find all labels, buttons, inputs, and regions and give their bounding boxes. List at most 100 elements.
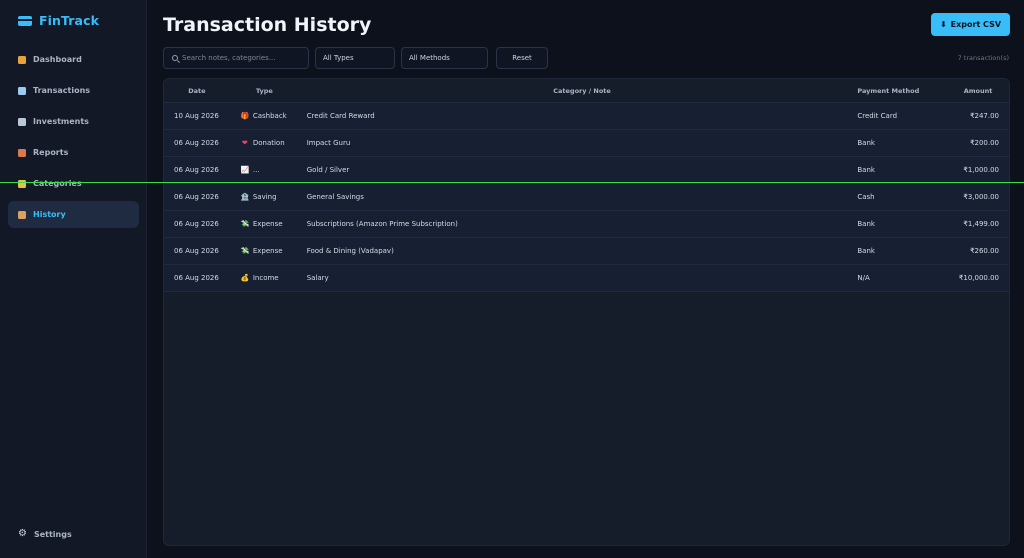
settings-label: Settings xyxy=(33,529,72,539)
cell-amount: ₹1,000.00 xyxy=(963,166,1000,174)
guide-line xyxy=(0,182,1024,183)
column-header-category[interactable]: Category / Note xyxy=(307,87,858,95)
sidebar-item-label: Reports xyxy=(33,148,69,157)
cell-date: 06 Aug 2026 xyxy=(174,247,219,255)
sidebar-item-investments[interactable]: Investments xyxy=(8,108,139,135)
cell-category: General Savings xyxy=(306,193,364,201)
gift-icon: 🎁 xyxy=(240,112,250,120)
type-label: Income xyxy=(252,274,279,282)
cell-date: 06 Aug 2026 xyxy=(174,193,219,201)
table-row[interactable]: 10 Aug 2026 🎁 Cashback Credit Card Rewar… xyxy=(164,103,1009,130)
heart-icon: ❤ xyxy=(241,139,248,147)
cell-method: Bank xyxy=(857,247,875,255)
table-row[interactable]: 06 Aug 2026 💰 Income Salary N/A ₹10,000.… xyxy=(164,265,1009,292)
cell-type: 💰 Income xyxy=(241,274,307,282)
type-filter-value: All Types xyxy=(323,54,354,62)
gear-icon: ⚙ xyxy=(18,528,27,539)
reset-label: Reset xyxy=(512,54,532,62)
cell-method: N/A xyxy=(857,274,870,282)
brand-name: FinTrack xyxy=(39,13,99,28)
money-bag-icon: 💰 xyxy=(240,274,250,282)
type-label: ... xyxy=(252,166,260,174)
column-header-type[interactable]: Type xyxy=(241,87,307,95)
main-content: Transaction History ⬇ Export CSV All Typ… xyxy=(147,0,1024,558)
cell-category: Salary xyxy=(306,274,329,282)
cell-amount: ₹260.00 xyxy=(970,247,1000,255)
filter-bar: All Types All Methods Reset xyxy=(163,47,548,69)
table-icon xyxy=(18,86,26,95)
cell-date: 06 Aug 2026 xyxy=(174,166,219,174)
sidebar-item-label: Transactions xyxy=(33,86,91,95)
cell-amount: ₹10,000.00 xyxy=(958,274,1000,282)
cell-type: 💸 Expense xyxy=(241,247,307,255)
cell-date: 06 Aug 2026 xyxy=(174,139,219,147)
table-row[interactable]: 06 Aug 2026 ❤ Donation Impact Guru Bank … xyxy=(164,130,1009,157)
download-icon: ⬇ xyxy=(939,20,947,29)
sidebar-item-reports[interactable]: Reports xyxy=(8,139,139,166)
sidebar-item-history[interactable]: History xyxy=(8,201,139,228)
cell-method: Credit Card xyxy=(857,112,898,120)
method-filter-select[interactable]: All Methods xyxy=(401,47,488,69)
sidebar: FinTrack Dashboard Transactions Investme… xyxy=(0,0,147,558)
type-label: Donation xyxy=(252,139,285,147)
bank-icon: 🏦 xyxy=(240,193,250,201)
cell-type: 🎁 Cashback xyxy=(241,112,307,120)
credit-card-icon xyxy=(18,15,32,26)
cell-type: ❤ Donation xyxy=(241,139,307,147)
type-label: Saving xyxy=(252,193,277,201)
type-label: Cashback xyxy=(252,112,287,120)
sidebar-item-label: Categories xyxy=(33,179,82,188)
sidebar-item-label: Dashboard xyxy=(33,55,82,64)
type-label: Expense xyxy=(252,247,283,255)
sidebar-nav: Dashboard Transactions Investments Repor… xyxy=(8,46,139,232)
trend-chart-icon xyxy=(18,117,26,126)
table-row[interactable]: 06 Aug 2026 💸 Expense Subscriptions (Ama… xyxy=(164,211,1009,238)
cell-method: Bank xyxy=(857,139,875,147)
type-label: Expense xyxy=(252,220,283,228)
sidebar-item-label: History xyxy=(33,210,66,219)
scroll-icon xyxy=(18,210,26,219)
cell-type: 📈 ... xyxy=(241,166,307,174)
sidebar-item-settings[interactable]: ⚙ Settings xyxy=(8,522,139,546)
cell-date: 06 Aug 2026 xyxy=(174,274,219,282)
search-box[interactable] xyxy=(163,47,309,69)
brand[interactable]: FinTrack xyxy=(18,13,99,28)
export-csv-button[interactable]: ⬇ Export CSV xyxy=(931,13,1010,36)
trend-chart-icon: 📈 xyxy=(240,166,250,174)
bar-chart-icon xyxy=(18,148,26,157)
transactions-table: Date Type Category / Note Payment Method… xyxy=(163,78,1010,546)
cell-category: Gold / Silver xyxy=(306,166,350,174)
sidebar-item-dashboard[interactable]: Dashboard xyxy=(8,46,139,73)
cell-category: Food & Dining (Vadapav) xyxy=(306,247,394,255)
cell-method: Cash xyxy=(857,193,875,201)
cell-category: Credit Card Reward xyxy=(306,112,375,120)
app-root: FinTrack Dashboard Transactions Investme… xyxy=(0,0,1024,558)
column-header-date[interactable]: Date xyxy=(164,87,230,95)
cell-amount: ₹247.00 xyxy=(970,112,1000,120)
sidebar-item-categories[interactable]: Categories xyxy=(8,170,139,197)
sidebar-item-transactions[interactable]: Transactions xyxy=(8,77,139,104)
column-header-method[interactable]: Payment Method xyxy=(857,87,941,95)
export-label: Export CSV xyxy=(950,20,1002,29)
cell-amount: ₹200.00 xyxy=(970,139,1000,147)
table-header: Date Type Category / Note Payment Method… xyxy=(164,79,1009,103)
page-title: Transaction History xyxy=(163,14,372,36)
cell-category: Impact Guru xyxy=(306,139,351,147)
cell-category: Subscriptions (Amazon Prime Subscription… xyxy=(306,220,458,228)
type-filter-select[interactable]: All Types xyxy=(315,47,395,69)
table-row[interactable]: 06 Aug 2026 💸 Expense Food & Dining (Vad… xyxy=(164,238,1009,265)
cell-amount: ₹3,000.00 xyxy=(963,193,1000,201)
table-row[interactable]: 06 Aug 2026 📈 ... Gold / Silver Bank ₹1,… xyxy=(164,157,1009,184)
cell-method: Bank xyxy=(857,166,875,174)
cell-method: Bank xyxy=(857,220,875,228)
search-icon xyxy=(172,55,178,61)
sidebar-item-label: Investments xyxy=(33,117,89,126)
search-input[interactable] xyxy=(182,54,300,62)
cell-date: 10 Aug 2026 xyxy=(174,112,219,120)
table-row[interactable]: 06 Aug 2026 🏦 Saving General Savings Cas… xyxy=(164,184,1009,211)
cell-amount: ₹1,499.00 xyxy=(963,220,1000,228)
reset-button[interactable]: Reset xyxy=(496,47,548,69)
transaction-count: 7 transaction(s) xyxy=(957,54,1009,62)
column-header-amount[interactable]: Amount xyxy=(941,87,1009,95)
money-wings-icon: 💸 xyxy=(240,220,250,228)
